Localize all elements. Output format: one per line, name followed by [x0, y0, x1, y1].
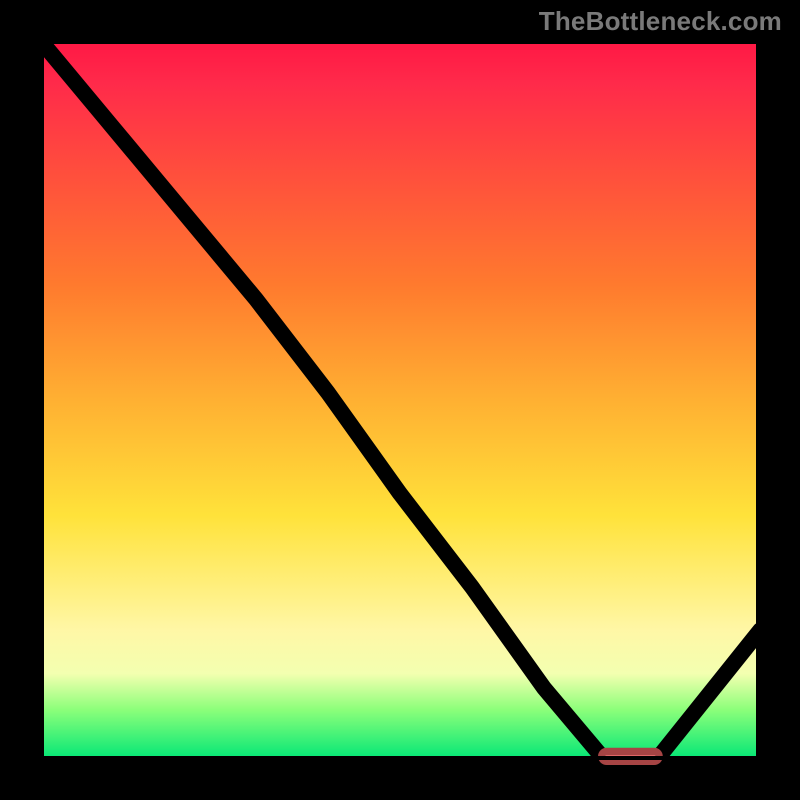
watermark-text: TheBottleneck.com: [539, 6, 782, 37]
chart-stage: TheBottleneck.com: [0, 0, 800, 800]
curve-layer: [40, 40, 760, 760]
optimal-band-marker: [602, 751, 660, 761]
bottleneck-curve: [40, 40, 760, 756]
plot-area: [40, 40, 760, 760]
